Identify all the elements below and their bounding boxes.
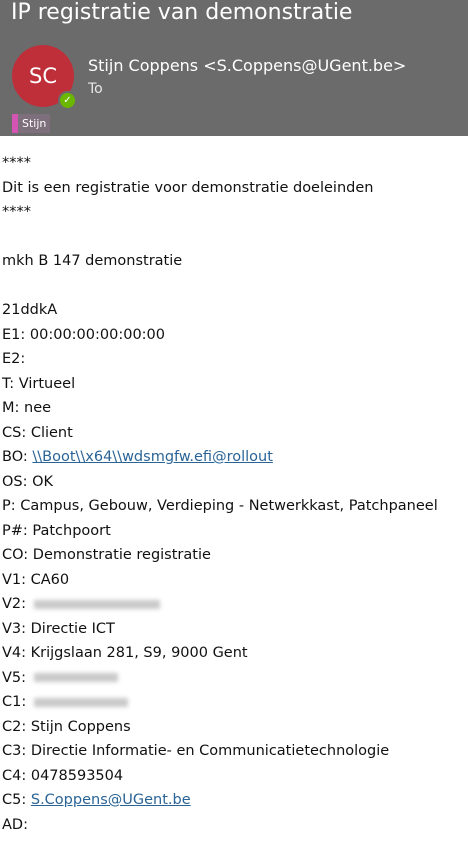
message-header: IP registratie van demonstratie SC ✓ Sti… (0, 0, 468, 136)
body-line: P: Campus, Gebouw, Verdieping - Netwerkk… (2, 498, 438, 514)
body-line-v2: V2: (2, 592, 468, 617)
body-line: C4: 0478593504 (2, 767, 124, 784)
v2-label: V2: (2, 596, 27, 612)
category-tag[interactable]: Stijn (12, 114, 51, 133)
body-line: C2: Stijn Coppens (2, 718, 131, 735)
redacted-value (33, 697, 128, 707)
avatar-initials: SC (29, 64, 57, 88)
body-line: 21ddkA (2, 302, 58, 318)
category-tag-label: Stijn (22, 117, 47, 130)
body-line: V3: Directie ICT (2, 620, 115, 637)
c5-label: C5: (2, 792, 31, 808)
c1-label: C1: (2, 694, 27, 710)
body-line: AD: (2, 816, 28, 833)
redacted-value (33, 599, 160, 609)
category-color-swatch (12, 114, 18, 133)
body-line: C3: Directie Informatie- en Communicatie… (2, 743, 390, 759)
message-subject: IP registratie van demonstratie (11, 0, 353, 25)
body-line: **** (2, 204, 31, 220)
body-line: M: nee (2, 400, 52, 416)
check-icon: ✓ (58, 91, 77, 110)
body-line: E1: 00:00:00:00:00:00 (2, 326, 166, 343)
body-line: **** (2, 155, 31, 171)
body-line: P#: Patchpoort (2, 522, 111, 539)
body-line: V4: Krijgslaan 281, S9, 9000 Gent (2, 645, 248, 661)
email-link[interactable]: S.Coppens@UGent.be (31, 792, 191, 808)
body-line-c5: C5: S.Coppens@UGent.be (2, 788, 468, 813)
redacted-value (33, 673, 118, 682)
v5-label: V5: (2, 669, 27, 686)
body-line: Dit is een registratie voor demonstratie… (2, 179, 374, 196)
body-line: V1: CA60 (2, 571, 70, 588)
bo-label: BO: (2, 449, 33, 465)
body-line: T: Virtueel (2, 375, 76, 392)
body-line-bo: BO: \\Boot\\x64\\wdsmgfw.efi@rollout (2, 445, 468, 470)
message-body: **** Dit is een registratie voor demonst… (2, 151, 468, 837)
body-line: CS: Client (2, 424, 73, 441)
body-line: OS: OK (2, 473, 54, 490)
sender-name[interactable]: Stijn Coppens <S.Coppens@UGent.be> (88, 56, 406, 75)
body-line: E2: (2, 351, 26, 367)
body-line: CO: Demonstratie registratie (2, 547, 211, 563)
to-label: To (88, 81, 103, 97)
bo-link[interactable]: \\Boot\\x64\\wdsmgfw.efi@rollout (32, 449, 273, 465)
body-line-c1: C1: (2, 690, 468, 715)
body-line: mkh B 147 demonstratie (2, 253, 183, 269)
body-line-v5: V5: (2, 666, 468, 691)
